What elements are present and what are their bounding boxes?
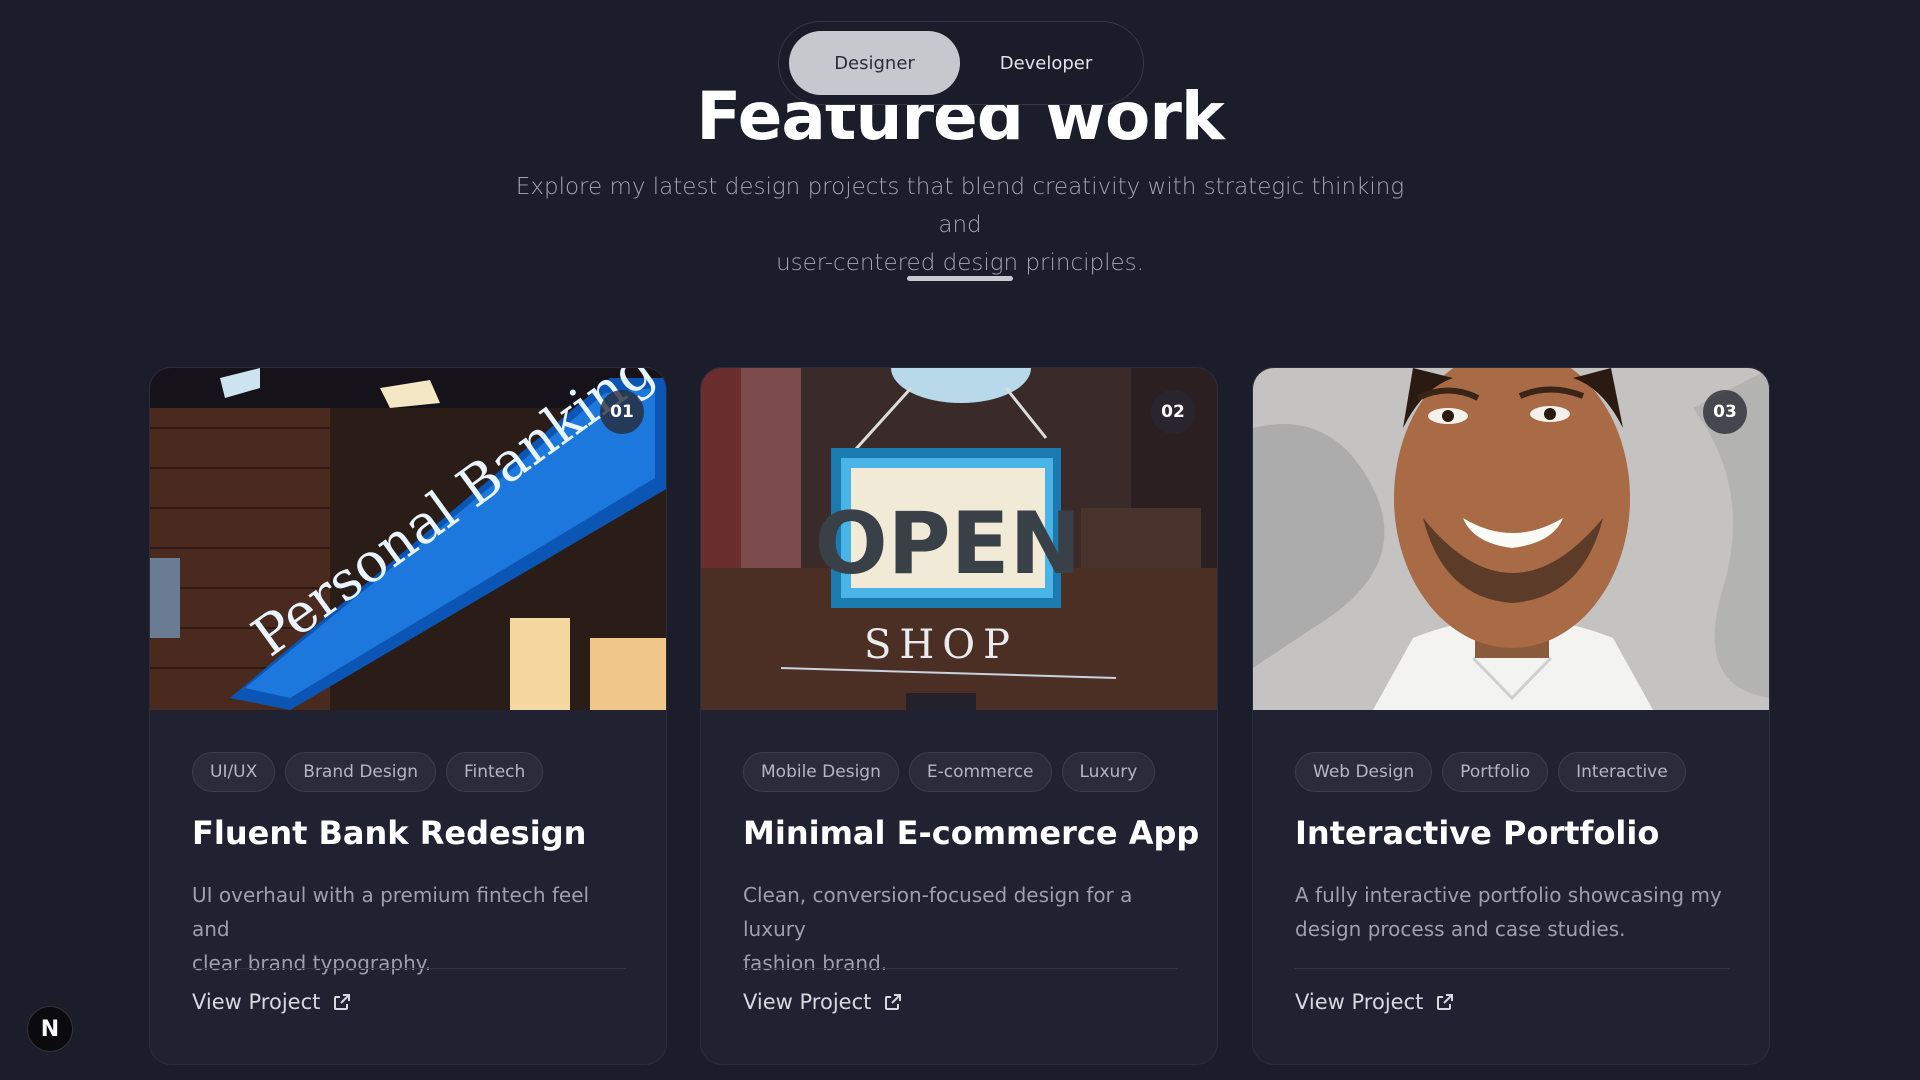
description-line-2: fashion brand. xyxy=(743,951,888,975)
project-title: Interactive Portfolio xyxy=(1295,814,1660,852)
role-toggle: Designer Developer xyxy=(778,21,1144,105)
project-number-badge: 02 xyxy=(1151,390,1195,434)
tag-list: UI/UX Brand Design Fintech xyxy=(192,752,544,792)
project-card[interactable]: 03 Web Design Portfolio Interactive Inte… xyxy=(1252,367,1770,1065)
view-project-label: View Project xyxy=(192,990,321,1014)
view-project-label: View Project xyxy=(743,990,872,1014)
project-card[interactable]: OPEN SHOP 02 Mobile Design E-commerce Lu… xyxy=(700,367,1218,1065)
project-number-badge: 01 xyxy=(600,390,644,434)
description-line-1: UI overhaul with a premium fintech feel … xyxy=(192,883,590,941)
view-project-label: View Project xyxy=(1295,990,1424,1014)
project-image xyxy=(1253,368,1769,710)
page-subtitle: Explore my latest design projects that b… xyxy=(500,168,1420,282)
image-sign-text: OPEN xyxy=(815,494,1082,594)
card-divider xyxy=(192,968,626,969)
project-image: Personal Banking xyxy=(150,368,666,710)
tag-list: Mobile Design E-commerce Luxury xyxy=(743,752,1156,792)
project-description: A fully interactive portfolio showcasing… xyxy=(1295,878,1735,946)
toggle-designer-button[interactable]: Designer xyxy=(789,31,960,95)
nextjs-badge-button[interactable]: N xyxy=(27,1006,73,1052)
description-line-1: A fully interactive portfolio showcasing… xyxy=(1295,883,1722,907)
project-number-badge: 03 xyxy=(1703,390,1747,434)
project-description: Clean, conversion-focused design for a l… xyxy=(743,878,1183,980)
external-link-icon xyxy=(334,994,351,1010)
tag: Portfolio xyxy=(1442,752,1549,792)
project-title: Minimal E-commerce App xyxy=(743,814,1200,852)
tag-list: Web Design Portfolio Interactive xyxy=(1295,752,1686,792)
tag: Brand Design xyxy=(285,752,437,792)
tag: Fintech xyxy=(446,752,544,792)
title-divider xyxy=(907,276,1013,281)
project-description: UI overhaul with a premium fintech feel … xyxy=(192,878,632,980)
subtitle-line-1: Explore my latest design projects that b… xyxy=(515,174,1405,238)
view-project-link[interactable]: View Project xyxy=(192,990,352,1014)
toggle-developer-button[interactable]: Developer xyxy=(960,31,1132,95)
view-project-link[interactable]: View Project xyxy=(743,990,903,1014)
tag: Luxury xyxy=(1061,752,1156,792)
tag: UI/UX xyxy=(192,752,276,792)
external-link-icon xyxy=(1437,994,1454,1010)
description-line-2: clear brand typography. xyxy=(192,951,432,975)
project-card[interactable]: Personal Banking 01 UI/UX Brand Design F… xyxy=(149,367,667,1065)
card-divider xyxy=(743,968,1177,969)
description-line-2: design process and case studies. xyxy=(1295,917,1626,941)
tag: Web Design xyxy=(1295,752,1433,792)
card-divider xyxy=(1295,968,1729,969)
project-image: OPEN SHOP xyxy=(701,368,1217,710)
tag: Interactive xyxy=(1558,752,1686,792)
view-project-link[interactable]: View Project xyxy=(1295,990,1455,1014)
tag: Mobile Design xyxy=(743,752,899,792)
image-sign-text: SHOP xyxy=(864,622,1018,668)
external-link-icon xyxy=(885,994,902,1010)
project-title: Fluent Bank Redesign xyxy=(192,814,587,852)
tag: E-commerce xyxy=(908,752,1052,792)
description-line-1: Clean, conversion-focused design for a l… xyxy=(743,883,1133,941)
